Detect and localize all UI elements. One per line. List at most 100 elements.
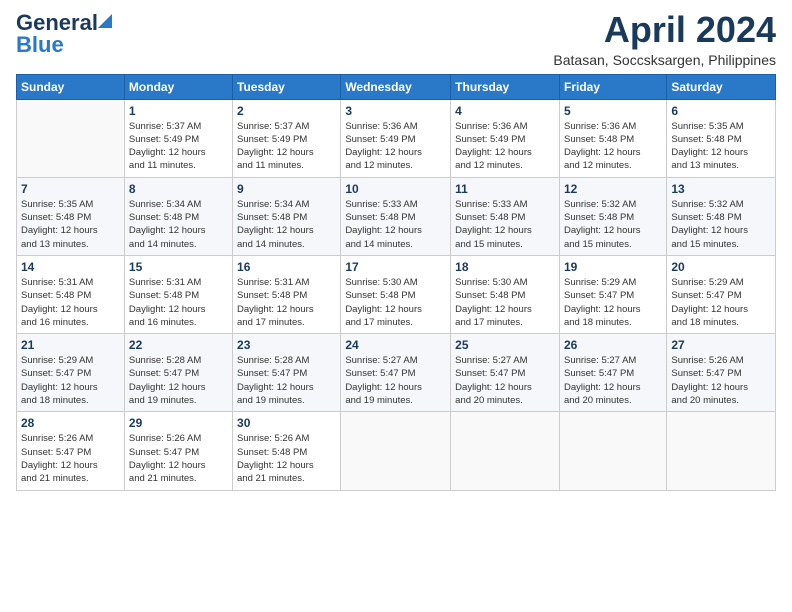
day-number: 1 [129, 104, 228, 118]
day-number: 20 [671, 260, 771, 274]
calendar-cell: 24 Sunrise: 5:27 AM Sunset: 5:47 PM Dayli… [341, 334, 451, 412]
header-friday: Friday [559, 74, 666, 99]
day-info: Sunrise: 5:35 AM Sunset: 5:48 PM Dayligh… [21, 198, 120, 251]
day-info: Sunrise: 5:26 AM Sunset: 5:48 PM Dayligh… [237, 432, 336, 485]
calendar-cell: 29 Sunrise: 5:26 AM Sunset: 5:47 PM Dayli… [124, 412, 232, 490]
calendar-week-row-4: 21 Sunrise: 5:29 AM Sunset: 5:47 PM Dayli… [17, 334, 776, 412]
calendar-cell: 16 Sunrise: 5:31 AM Sunset: 5:48 PM Dayli… [233, 255, 341, 333]
day-number: 30 [237, 416, 336, 430]
calendar-cell: 26 Sunrise: 5:27 AM Sunset: 5:47 PM Dayli… [559, 334, 666, 412]
day-number: 6 [671, 104, 771, 118]
calendar-cell: 7 Sunrise: 5:35 AM Sunset: 5:48 PM Daylig… [17, 177, 125, 255]
day-info: Sunrise: 5:37 AM Sunset: 5:49 PM Dayligh… [129, 120, 228, 173]
calendar-cell: 9Sunrise: 5:34 AM Sunset: 5:48 PM Daylig… [233, 177, 341, 255]
calendar-header: Sunday Monday Tuesday Wednesday Thursday… [17, 74, 776, 99]
header-tuesday: Tuesday [233, 74, 341, 99]
calendar-cell [559, 412, 666, 490]
day-number: 29 [129, 416, 228, 430]
logo-blue-text: Blue [16, 32, 64, 58]
header-saturday: Saturday [667, 74, 776, 99]
day-info: Sunrise: 5:36 AM Sunset: 5:48 PM Dayligh… [564, 120, 662, 173]
day-number: 12 [564, 182, 662, 196]
calendar-cell: 21 Sunrise: 5:29 AM Sunset: 5:47 PM Dayli… [17, 334, 125, 412]
calendar-cell: 6 Sunrise: 5:35 AM Sunset: 5:48 PM Daylig… [667, 99, 776, 177]
day-number: 25 [455, 338, 555, 352]
day-number: 26 [564, 338, 662, 352]
day-number: 11 [455, 182, 555, 196]
calendar-cell: 14 Sunrise: 5:31 AM Sunset: 5:48 PM Dayli… [17, 255, 125, 333]
title-block: April 2024 Batasan, Soccsksargen, Philip… [553, 10, 776, 68]
day-info: Sunrise: 5:30 AM Sunset: 5:48 PM Dayligh… [345, 276, 446, 329]
calendar-cell: 2 Sunrise: 5:37 AM Sunset: 5:49 PM Daylig… [233, 99, 341, 177]
header-sunday: Sunday [17, 74, 125, 99]
day-info: Sunrise: 5:33 AM Sunset: 5:48 PM Dayligh… [455, 198, 555, 251]
day-number: 5 [564, 104, 662, 118]
header-wednesday: Wednesday [341, 74, 451, 99]
day-info: Sunrise: 5:34 AM Sunset: 5:48 PM Dayligh… [129, 198, 228, 251]
calendar-cell: 8 Sunrise: 5:34 AM Sunset: 5:48 PM Daylig… [124, 177, 232, 255]
day-number: 19 [564, 260, 662, 274]
header: General Blue April 2024 Batasan, Soccsks… [16, 10, 776, 68]
day-number: 10 [345, 182, 446, 196]
day-number: 27 [671, 338, 771, 352]
day-number: 4 [455, 104, 555, 118]
day-info: Sunrise: 5:32 AM Sunset: 5:48 PM Dayligh… [671, 198, 771, 251]
day-info: Sunrise: 5:26 AM Sunset: 5:47 PM Dayligh… [21, 432, 120, 485]
header-thursday: Thursday [451, 74, 560, 99]
calendar-table: Sunday Monday Tuesday Wednesday Thursday… [16, 74, 776, 491]
calendar-cell: 3Sunrise: 5:36 AM Sunset: 5:49 PM Daylig… [341, 99, 451, 177]
day-info: Sunrise: 5:37 AM Sunset: 5:49 PM Dayligh… [237, 120, 336, 173]
calendar-cell: 5 Sunrise: 5:36 AM Sunset: 5:48 PM Daylig… [559, 99, 666, 177]
calendar-cell: 15 Sunrise: 5:31 AM Sunset: 5:48 PM Dayli… [124, 255, 232, 333]
calendar-cell: 17Sunrise: 5:30 AM Sunset: 5:48 PM Dayli… [341, 255, 451, 333]
day-number: 16 [237, 260, 336, 274]
day-info: Sunrise: 5:36 AM Sunset: 5:49 PM Dayligh… [455, 120, 555, 173]
day-info: Sunrise: 5:27 AM Sunset: 5:47 PM Dayligh… [564, 354, 662, 407]
day-info: Sunrise: 5:27 AM Sunset: 5:47 PM Dayligh… [345, 354, 446, 407]
title-location: Batasan, Soccsksargen, Philippines [553, 52, 776, 68]
day-number: 7 [21, 182, 120, 196]
weekday-header-row: Sunday Monday Tuesday Wednesday Thursday… [17, 74, 776, 99]
day-number: 9 [237, 182, 336, 196]
day-number: 2 [237, 104, 336, 118]
day-number: 21 [21, 338, 120, 352]
calendar-cell: 10 Sunrise: 5:33 AM Sunset: 5:48 PM Dayli… [341, 177, 451, 255]
calendar-week-row-3: 14 Sunrise: 5:31 AM Sunset: 5:48 PM Dayli… [17, 255, 776, 333]
day-info: Sunrise: 5:29 AM Sunset: 5:47 PM Dayligh… [671, 276, 771, 329]
day-number: 8 [129, 182, 228, 196]
calendar-cell [17, 99, 125, 177]
calendar-cell [667, 412, 776, 490]
calendar-cell: 20 Sunrise: 5:29 AM Sunset: 5:47 PM Dayli… [667, 255, 776, 333]
day-info: Sunrise: 5:32 AM Sunset: 5:48 PM Dayligh… [564, 198, 662, 251]
calendar-cell: 27 Sunrise: 5:26 AM Sunset: 5:47 PM Dayli… [667, 334, 776, 412]
day-info: Sunrise: 5:33 AM Sunset: 5:48 PM Dayligh… [345, 198, 446, 251]
day-number: 14 [21, 260, 120, 274]
logo: General Blue [16, 10, 112, 58]
calendar-body: 1 Sunrise: 5:37 AM Sunset: 5:49 PM Daylig… [17, 99, 776, 490]
day-info: Sunrise: 5:31 AM Sunset: 5:48 PM Dayligh… [21, 276, 120, 329]
calendar-cell: 22Sunrise: 5:28 AM Sunset: 5:47 PM Dayli… [124, 334, 232, 412]
title-month: April 2024 [553, 10, 776, 50]
calendar-cell: 12 Sunrise: 5:32 AM Sunset: 5:48 PM Dayli… [559, 177, 666, 255]
day-info: Sunrise: 5:27 AM Sunset: 5:47 PM Dayligh… [455, 354, 555, 407]
page: General Blue April 2024 Batasan, Soccsks… [0, 0, 792, 612]
day-number: 24 [345, 338, 446, 352]
calendar-cell [341, 412, 451, 490]
day-info: Sunrise: 5:31 AM Sunset: 5:48 PM Dayligh… [237, 276, 336, 329]
day-number: 28 [21, 416, 120, 430]
day-info: Sunrise: 5:28 AM Sunset: 5:47 PM Dayligh… [237, 354, 336, 407]
day-number: 18 [455, 260, 555, 274]
calendar-cell: 30 Sunrise: 5:26 AM Sunset: 5:48 PM Dayli… [233, 412, 341, 490]
day-number: 15 [129, 260, 228, 274]
header-monday: Monday [124, 74, 232, 99]
day-info: Sunrise: 5:30 AM Sunset: 5:48 PM Dayligh… [455, 276, 555, 329]
day-info: Sunrise: 5:31 AM Sunset: 5:48 PM Dayligh… [129, 276, 228, 329]
calendar-cell: 19Sunrise: 5:29 AM Sunset: 5:47 PM Dayli… [559, 255, 666, 333]
calendar-cell [451, 412, 560, 490]
calendar-week-row-2: 7 Sunrise: 5:35 AM Sunset: 5:48 PM Daylig… [17, 177, 776, 255]
day-info: Sunrise: 5:26 AM Sunset: 5:47 PM Dayligh… [129, 432, 228, 485]
day-number: 3 [345, 104, 446, 118]
day-info: Sunrise: 5:29 AM Sunset: 5:47 PM Dayligh… [21, 354, 120, 407]
day-info: Sunrise: 5:26 AM Sunset: 5:47 PM Dayligh… [671, 354, 771, 407]
day-info: Sunrise: 5:35 AM Sunset: 5:48 PM Dayligh… [671, 120, 771, 173]
